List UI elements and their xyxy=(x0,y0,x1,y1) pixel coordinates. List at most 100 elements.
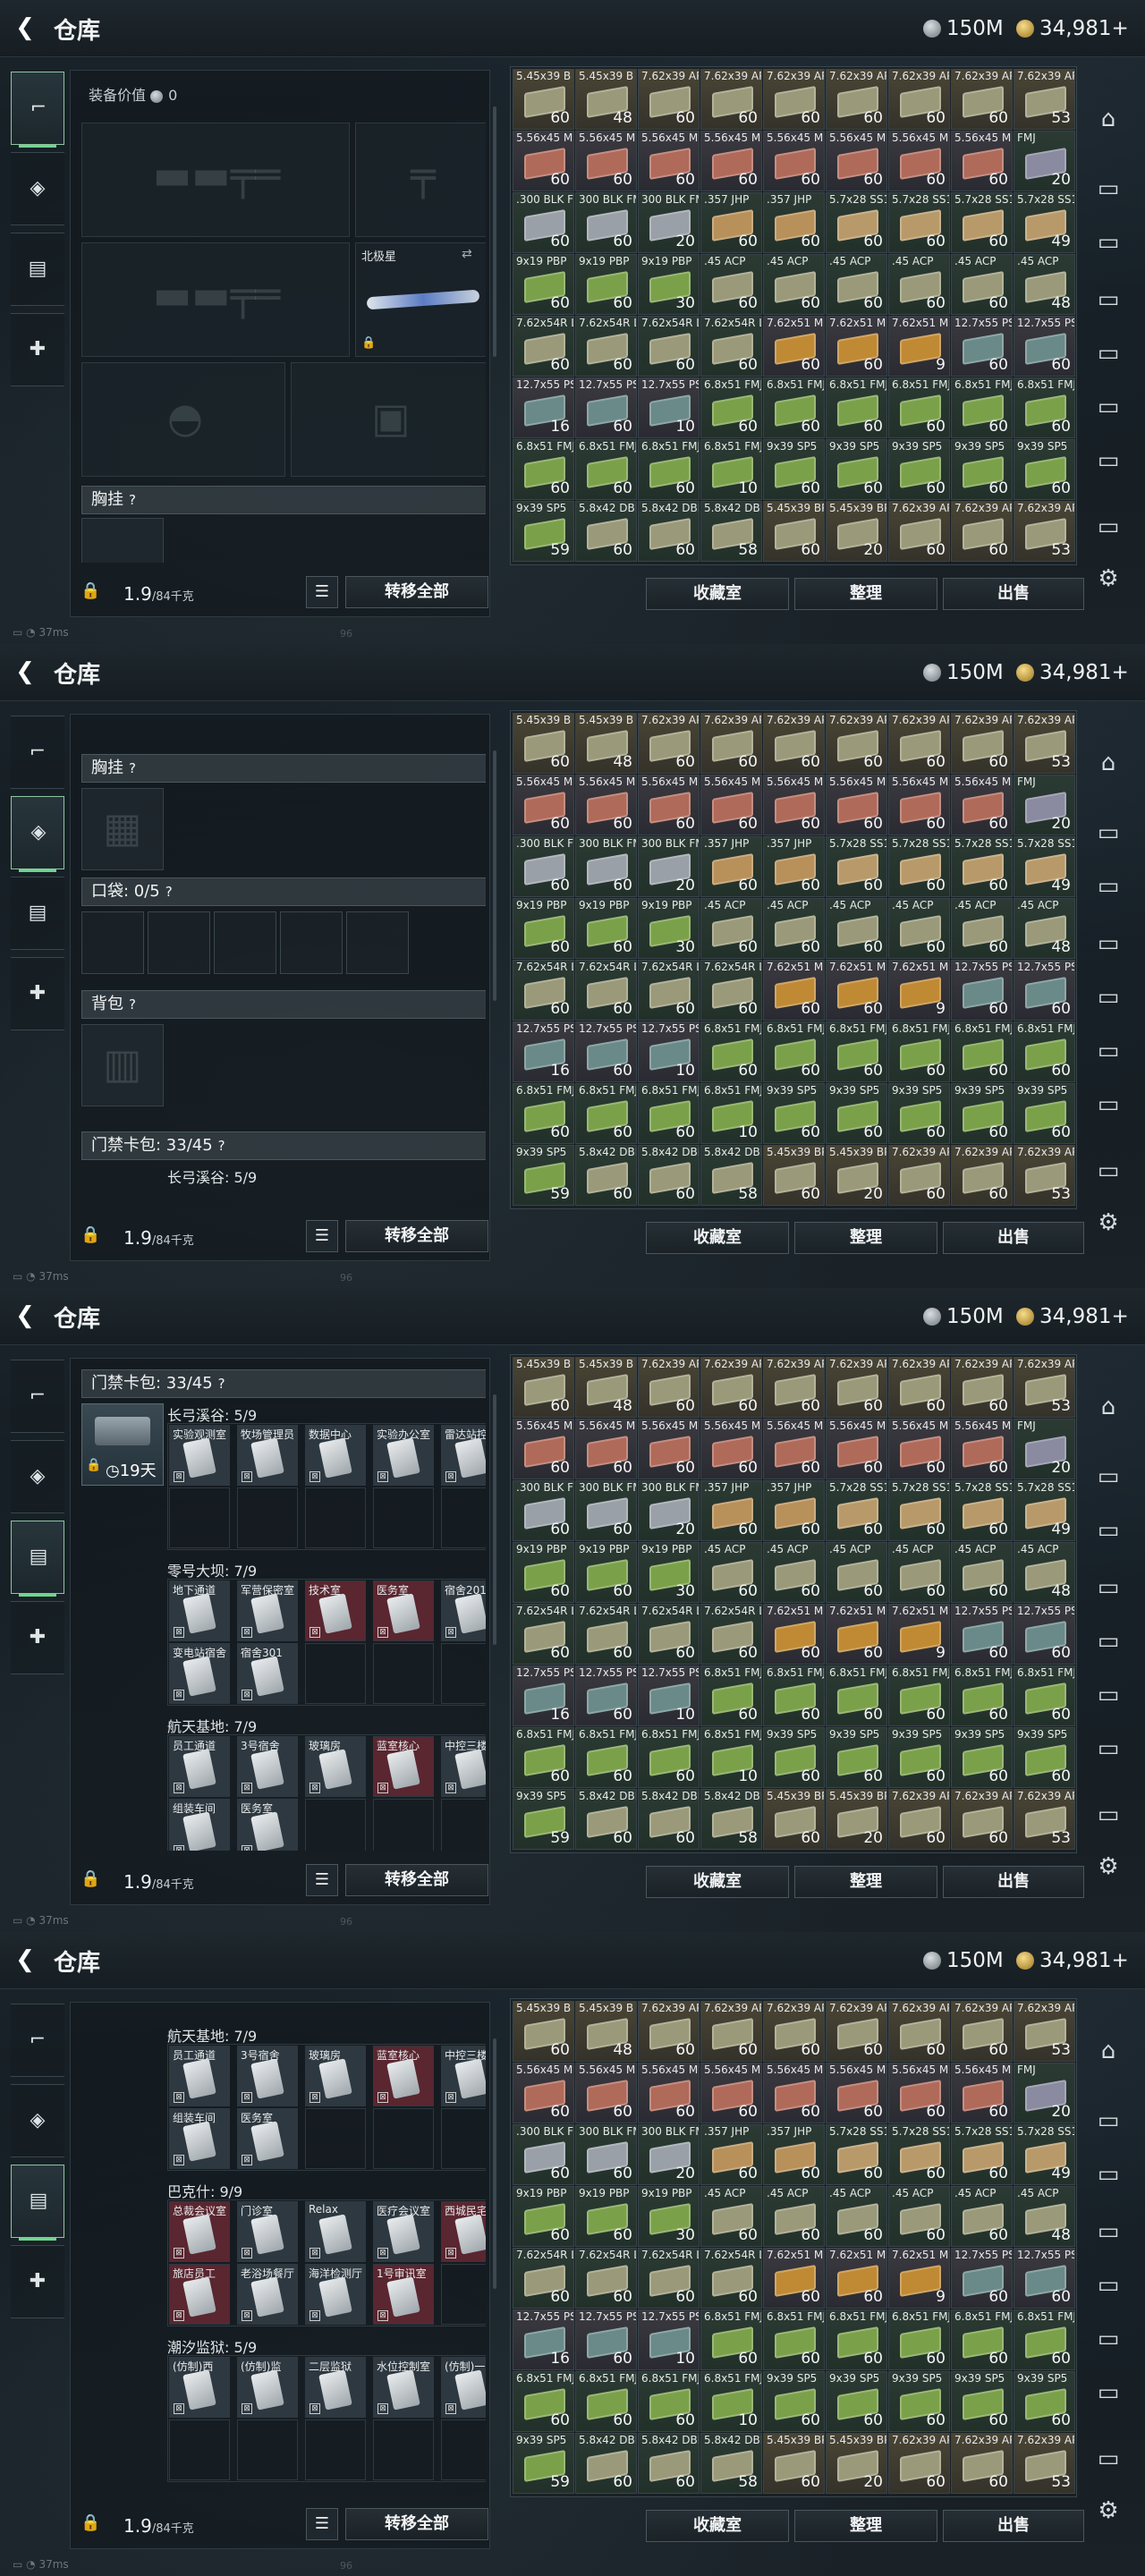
stash-item[interactable]: 7.62x54R LPS60 xyxy=(575,316,637,377)
stash-item[interactable]: 9x39 SP5 60 xyxy=(826,2371,887,2432)
stash-page-icon[interactable]: ▭ xyxy=(1090,2320,1127,2358)
stash-item[interactable]: 300 BLK FMJ20 xyxy=(638,2124,700,2185)
stash-item[interactable]: 7.62x39 AP 53 xyxy=(1014,2433,1075,2494)
stash-item[interactable]: 5.56x45 M99560 xyxy=(951,1419,1013,1479)
empty-keycard-slot[interactable] xyxy=(237,2419,298,2480)
help-icon[interactable]: ? xyxy=(129,487,136,513)
stash-item[interactable]: 5.45x39 BP 60 xyxy=(763,1145,825,1206)
stash-item[interactable]: 6.8x51 FMJ 60 xyxy=(513,439,574,500)
gear-icon[interactable]: ⚙ xyxy=(1090,2492,1127,2529)
stash-item[interactable]: 5.56x45 M99560 xyxy=(575,1419,637,1479)
stash-item[interactable]: 300 BLK FMJ20 xyxy=(638,192,700,253)
stash-item[interactable]: 7.62x51 M809 xyxy=(888,1604,950,1665)
help-icon[interactable]: ? xyxy=(129,755,136,782)
stash-item[interactable]: .357 JHP 60 xyxy=(763,836,825,897)
stash-item[interactable]: 6.8x51 FMJ 60 xyxy=(1014,1021,1075,1082)
stash-item[interactable]: 5.7x28 SS19049 xyxy=(1014,1480,1075,1541)
scrollbar[interactable] xyxy=(493,750,496,1001)
back-arrow-icon[interactable]: ❮ xyxy=(13,1302,38,1329)
stash-item[interactable]: .45 ACP 48 xyxy=(1014,254,1075,315)
stash-item[interactable]: 7.62x51 M8060 xyxy=(763,960,825,1021)
stash-item[interactable]: 9x39 SP5 60 xyxy=(763,1727,825,1788)
empty-keycard-slot[interactable] xyxy=(441,1487,486,1548)
stash-item[interactable]: 6.8x51 FMJ 60 xyxy=(638,439,700,500)
tab-medkit[interactable]: ✚ xyxy=(11,1601,64,1674)
keycard-item[interactable]: 宿舍301 ⊠ xyxy=(237,1643,298,1704)
stash-item[interactable]: 12.7x55 PS1210 xyxy=(638,1665,700,1726)
gold-currency[interactable]: 34,981+ xyxy=(1016,1304,1129,1329)
stash-item[interactable]: 7.62x39 AP 60 xyxy=(826,713,887,774)
stash-item[interactable]: 7.62x54R LPS60 xyxy=(638,1604,700,1665)
stash-item[interactable]: 7.62x39 AP 60 xyxy=(763,2001,825,2062)
stash-item[interactable]: 6.8x51 FMJ 60 xyxy=(763,2309,825,2370)
stash-item[interactable]: FMJ 20 xyxy=(1014,2063,1075,2123)
stash-item[interactable]: 5.56x45 M99560 xyxy=(763,775,825,835)
stash-item[interactable]: 12.7x55 PS1260 xyxy=(951,2248,1013,2309)
stash-item[interactable]: 5.7x28 SS19060 xyxy=(951,2124,1013,2185)
stash-item[interactable]: .357 JHP 60 xyxy=(700,836,762,897)
empty-keycard-slot[interactable] xyxy=(441,2264,486,2325)
stash-item[interactable]: 6.8x51 FMJ 60 xyxy=(638,2371,700,2432)
sell-button[interactable]: 出售 xyxy=(943,1866,1084,1898)
stash-item[interactable]: 7.62x39 AP 60 xyxy=(951,501,1013,562)
stash-item[interactable]: 6.8x51 FMJ 60 xyxy=(763,1665,825,1726)
stash-item[interactable]: 9x19 PBP 60 xyxy=(575,1542,637,1603)
back-arrow-icon[interactable]: ❮ xyxy=(13,658,38,685)
stash-page-icon[interactable]: ▭ xyxy=(1090,1676,1127,1714)
tab-vest[interactable]: ◈ xyxy=(11,2084,64,2157)
stash-item[interactable]: 6.8x51 FMJ 60 xyxy=(700,1665,762,1726)
keycard-item[interactable]: 玻璃房 ⊠ xyxy=(305,1736,366,1797)
loadout-scroll[interactable]: 装备价值 0 ▬▬╤═ ╤ ▬▬╤═ 北极星 ⇄ 🔒 ◓ ▣ 胸挂? xyxy=(74,74,486,563)
keycard-item[interactable]: 组装车间 ⊠ xyxy=(169,1799,230,1851)
stash-item[interactable]: 12.7x55 PS1260 xyxy=(575,377,637,438)
stash-item[interactable]: 300 BLK FMJ60 xyxy=(575,1480,637,1541)
stash-item[interactable]: 6.8x51 FMJ 60 xyxy=(763,377,825,438)
stash-item[interactable]: 7.62x39 AP 60 xyxy=(951,1357,1013,1418)
keycard-item[interactable]: 中控三楼 ⊠ xyxy=(441,1736,486,1797)
empty-keycard-slot[interactable] xyxy=(237,1487,298,1548)
stash-item[interactable]: 5.56x45 M99560 xyxy=(951,2063,1013,2123)
stash-item[interactable]: .300 BLK FMJ60 xyxy=(513,2124,574,2185)
stash-item[interactable]: 9x39 SP5 60 xyxy=(951,439,1013,500)
stash-item[interactable]: 7.62x39 AP 53 xyxy=(1014,713,1075,774)
stash-page-icon[interactable]: ▭ xyxy=(1090,1032,1127,1070)
stash-item[interactable]: 5.45x39 BP 20 xyxy=(826,1145,887,1206)
keycard-item[interactable]: 组装车间 ⊠ xyxy=(169,2108,230,2169)
stash-item[interactable]: .45 ACP 60 xyxy=(826,254,887,315)
gold-currency[interactable]: 34,981+ xyxy=(1016,1948,1129,1973)
stash-item[interactable]: 9x19 PBP 30 xyxy=(638,2186,700,2247)
stash-item[interactable]: 7.62x51 M8060 xyxy=(826,316,887,377)
stash-page-icon[interactable]: ▭ xyxy=(1090,1512,1127,1549)
tab-pistol[interactable]: ⌐ xyxy=(11,716,64,789)
stash-item[interactable]: 300 BLK FMJ60 xyxy=(575,2124,637,2185)
tab-medkit[interactable]: ✚ xyxy=(11,313,64,386)
stash-item[interactable]: 7.62x39 AP 60 xyxy=(951,1145,1013,1206)
keycard-item[interactable]: Relax ⊠ xyxy=(305,2201,366,2262)
stash-item[interactable]: 7.62x39 AP 60 xyxy=(763,69,825,130)
stash-item[interactable]: 300 BLK FMJ20 xyxy=(638,836,700,897)
stash-item[interactable]: 7.62x39 AP 60 xyxy=(888,501,950,562)
loadout-scroll[interactable]: 胸挂? ▦ 口袋: 0/5? 背包? ▥ 门禁卡包: 33/45? 长弓溪谷: 5/9 xyxy=(74,718,486,1207)
stash-item[interactable]: 6.8x51 FMJ 60 xyxy=(700,2309,762,2370)
stash-item[interactable]: 5.8x42 DBP1058 xyxy=(700,1789,762,1850)
keycard-item[interactable]: 宿舍201 ⊠ xyxy=(441,1580,486,1641)
stash-item[interactable]: 5.45x39 B 48 xyxy=(575,2001,637,2062)
stash-item[interactable]: 7.62x51 M809 xyxy=(888,316,950,377)
stash-page-icon[interactable]: ▭ xyxy=(1090,2156,1127,2193)
stash-item[interactable]: 5.45x39 BP 60 xyxy=(763,1789,825,1850)
stash-item[interactable]: 6.8x51 FMJ 60 xyxy=(888,2309,950,2370)
stash-item[interactable]: 6.8x51 FMJ 60 xyxy=(951,1665,1013,1726)
keycard-item[interactable]: 水位控制室 ⊠ xyxy=(373,2357,434,2418)
loadout-scroll[interactable]: 航天基地: 7/9 员工通道 ⊠ 3号宿舍 ⊠ 玻璃房 ⊠ 蓝室核心 ⊠ 中控三楼 ⊠ 组装车间 ⊠ 医务… xyxy=(74,2006,486,2495)
keycard-item[interactable]: 1号审讯室 ⊠ xyxy=(373,2264,434,2325)
stash-item[interactable]: 12.7x55 PS1260 xyxy=(1014,2248,1075,2309)
primary-weapon-slot[interactable]: ▬▬╤═ xyxy=(81,123,350,237)
keycard-item[interactable]: (仿制)一 ⊠ xyxy=(441,2357,486,2418)
empty-keycard-slot[interactable] xyxy=(305,1643,366,1704)
stash-item[interactable]: 6.8x51 FMJ 60 xyxy=(513,1727,574,1788)
stash-item[interactable]: 7.62x54R LPS60 xyxy=(575,960,637,1021)
pocket-slot[interactable] xyxy=(346,911,409,974)
stash-page-icon[interactable]: ▭ xyxy=(1090,1458,1127,1496)
stash-item[interactable]: 5.7x28 SS19049 xyxy=(1014,836,1075,897)
helmet-slot[interactable]: ◓ xyxy=(81,362,285,477)
